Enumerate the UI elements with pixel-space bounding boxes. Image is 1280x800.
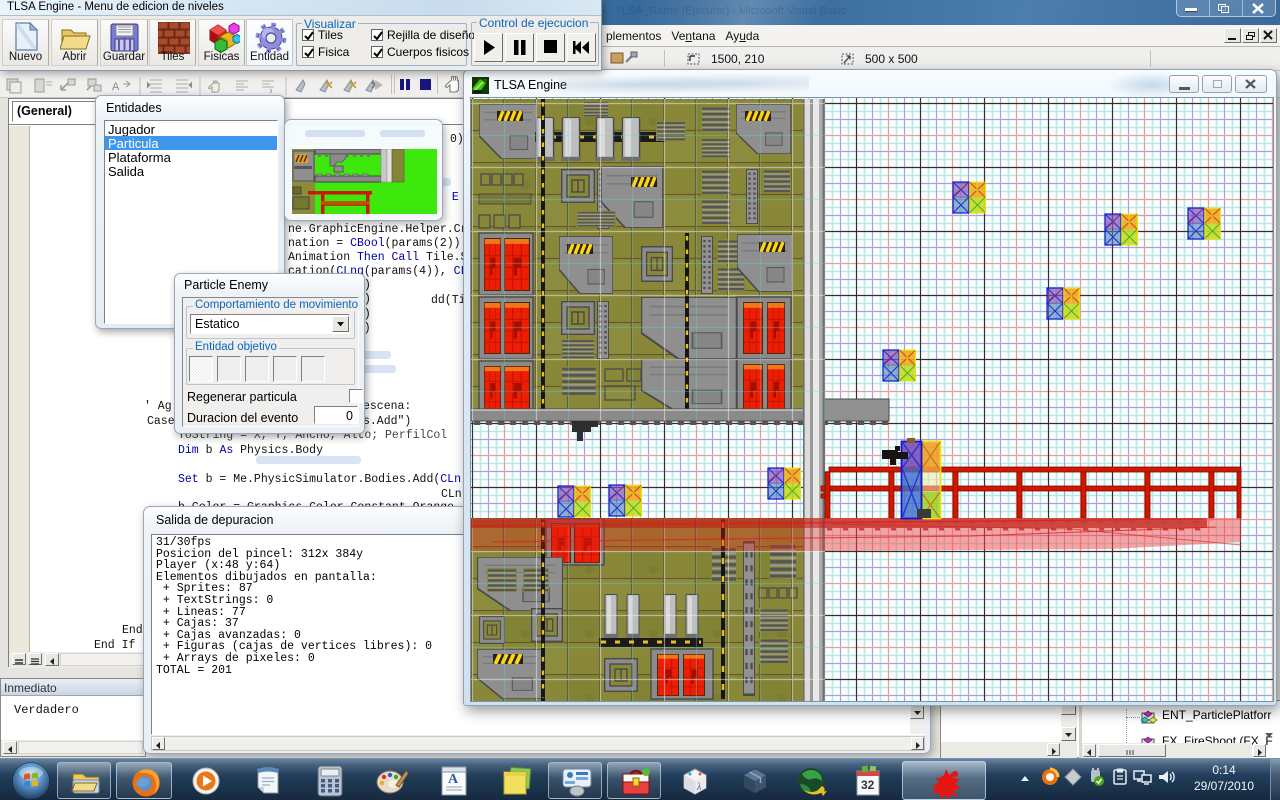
svg-text:32: 32 <box>861 778 875 792</box>
svg-text:A: A <box>448 772 459 787</box>
svg-text:A: A <box>112 81 120 93</box>
svg-text:λ: λ <box>696 782 702 793</box>
